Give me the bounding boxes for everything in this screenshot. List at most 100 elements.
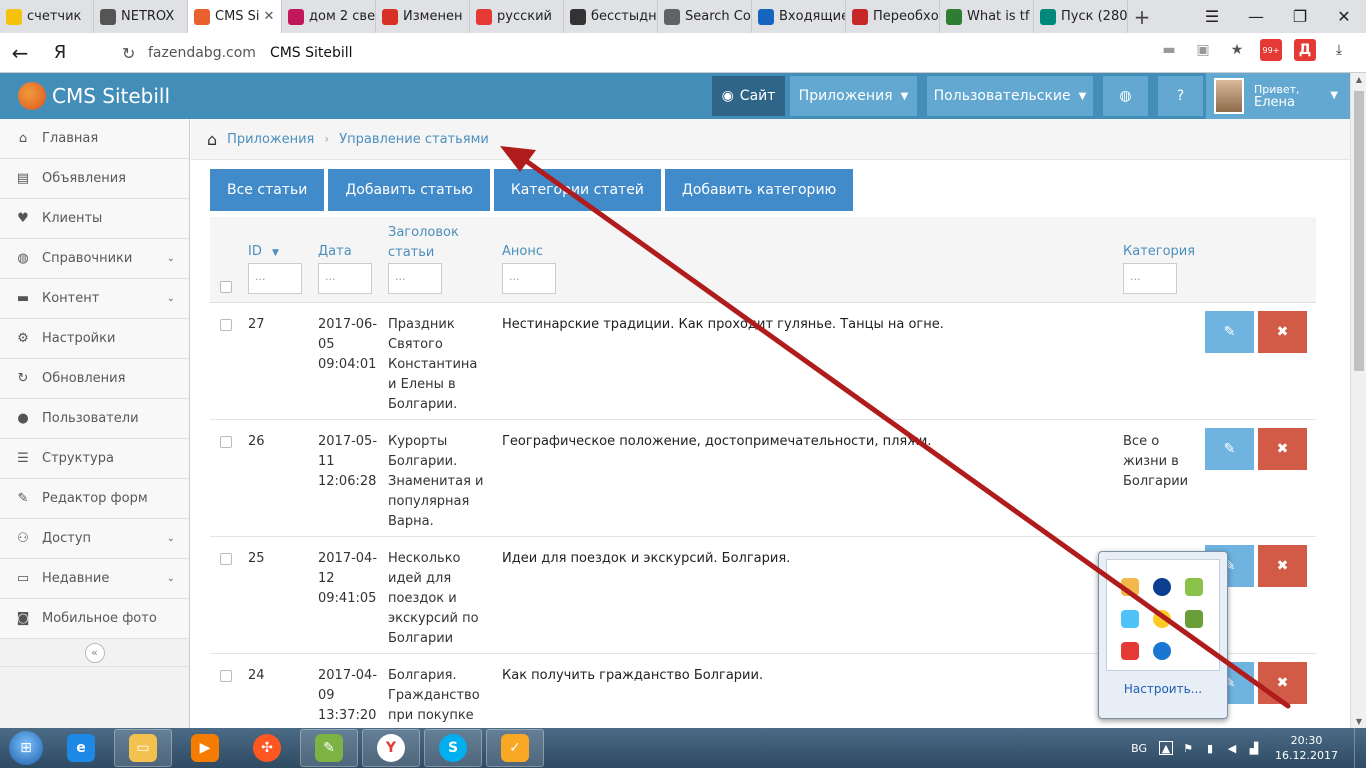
globe-button[interactable]: ◍ bbox=[1103, 76, 1148, 116]
star-icon[interactable]: ★ bbox=[1226, 39, 1248, 61]
row-checkbox[interactable] bbox=[220, 319, 232, 331]
sidebar-item-0[interactable]: ⌂ Главная bbox=[0, 119, 189, 159]
help-button[interactable]: ? bbox=[1158, 76, 1203, 116]
flag-icon[interactable]: ⚑ bbox=[1181, 741, 1195, 755]
language-indicator[interactable]: BG bbox=[1131, 742, 1147, 755]
delete-button[interactable]: ✖ bbox=[1258, 662, 1307, 704]
apps-dropdown-button[interactable]: Приложения ▼ bbox=[790, 76, 917, 116]
lock-icon[interactable]: ▣ bbox=[1192, 39, 1214, 61]
yandex-notifications-icon[interactable]: 99+ bbox=[1260, 39, 1282, 61]
brand[interactable]: CMS Sitebill bbox=[0, 82, 170, 110]
filter-category-input[interactable]: ... bbox=[1123, 263, 1177, 294]
delete-button[interactable]: ✖ bbox=[1258, 311, 1307, 353]
tray-customize-link[interactable]: Настроить... bbox=[1099, 682, 1227, 696]
tab-article-categories[interactable]: Категории статей bbox=[493, 169, 661, 211]
column-anons[interactable]: Анонс bbox=[502, 244, 543, 259]
flower-app-icon[interactable] bbox=[1153, 610, 1171, 628]
browser-tab-5[interactable]: русский bbox=[470, 0, 564, 33]
sidebar-item-4[interactable]: ▬ Контент ⌄ bbox=[0, 279, 189, 319]
browser-tab-6[interactable]: бесстыдн bbox=[564, 0, 658, 33]
sidebar-item-8[interactable]: ☰ Структура bbox=[0, 439, 189, 479]
browser-tab-0[interactable]: счетчик bbox=[0, 0, 94, 33]
color-grid-icon[interactable] bbox=[1121, 642, 1139, 660]
new-tab-icon[interactable]: + bbox=[1128, 5, 1156, 29]
media-player-taskbar-button[interactable]: ▶ bbox=[176, 729, 234, 767]
row-checkbox[interactable] bbox=[220, 436, 232, 448]
bluetooth-icon[interactable] bbox=[1153, 578, 1171, 596]
show-hidden-icons-icon[interactable]: ▲ bbox=[1159, 741, 1174, 755]
start-button[interactable]: ⊞ bbox=[0, 728, 52, 768]
minimize-icon[interactable]: — bbox=[1234, 0, 1278, 33]
breadcrumb-apps[interactable]: Приложения bbox=[227, 132, 314, 147]
tab-add-category[interactable]: Добавить категорию bbox=[664, 169, 854, 211]
scroll-thumb[interactable] bbox=[1354, 91, 1364, 371]
yandex-logo-icon[interactable]: Я bbox=[40, 42, 80, 63]
double-chevron-left-icon[interactable]: « bbox=[84, 642, 105, 663]
sidebar-item-7[interactable]: ● Пользователи bbox=[0, 399, 189, 439]
edit-button[interactable]: ✎ bbox=[1205, 311, 1254, 353]
tab-close-icon[interactable]: ✕ bbox=[264, 9, 275, 24]
uploader-icon[interactable] bbox=[1121, 610, 1139, 628]
sidebar-item-10[interactable]: ⚇ Доступ ⌄ bbox=[0, 519, 189, 559]
ie-taskbar-button[interactable]: e bbox=[52, 729, 110, 767]
browser-tab-3[interactable]: дом 2 све bbox=[282, 0, 376, 33]
sidebar-item-11[interactable]: ▭ Недавние ⌄ bbox=[0, 559, 189, 599]
download-icon[interactable]: ⤓ bbox=[1328, 39, 1350, 61]
browser-tab-1[interactable]: NETROX bbox=[94, 0, 188, 33]
clock[interactable]: 20:30 16.12.2017 bbox=[1275, 733, 1338, 763]
filter-id-input[interactable]: ... bbox=[248, 263, 302, 294]
select-all-checkbox[interactable] bbox=[220, 281, 232, 293]
at-sign-icon[interactable] bbox=[1153, 642, 1171, 660]
site-button[interactable]: ◉ Сайт bbox=[712, 76, 785, 116]
row-checkbox[interactable] bbox=[220, 670, 232, 682]
sidebar-item-2[interactable]: ♥ Клиенты bbox=[0, 199, 189, 239]
sidebar-item-5[interactable]: ⚙ Настройки bbox=[0, 319, 189, 359]
column-date[interactable]: Дата bbox=[318, 244, 352, 259]
tab-all-articles[interactable]: Все статьи bbox=[210, 169, 325, 211]
user-menu[interactable]: Привет, Елена ▼ bbox=[1206, 73, 1350, 119]
url-field[interactable]: ↻ fazendabg.com CMS Sitebill bbox=[122, 38, 1252, 68]
skype-taskbar-button[interactable]: S bbox=[424, 729, 482, 767]
d-extension-icon[interactable]: Д bbox=[1294, 39, 1316, 61]
column-title[interactable]: Заголовок статьи bbox=[388, 223, 459, 263]
column-category[interactable]: Категория bbox=[1123, 244, 1195, 259]
delete-button[interactable]: ✖ bbox=[1258, 428, 1307, 470]
volume-icon[interactable]: ◀ bbox=[1225, 741, 1239, 755]
row-checkbox[interactable] bbox=[220, 553, 232, 565]
comment-icon[interactable]: ▬ bbox=[1158, 39, 1180, 61]
sidebar-item-9[interactable]: ✎ Редактор форм bbox=[0, 479, 189, 519]
sidebar-item-12[interactable]: ◙ Мобильное фото bbox=[0, 599, 189, 639]
delete-button[interactable]: ✖ bbox=[1258, 545, 1307, 587]
filter-date-input[interactable]: ... bbox=[318, 263, 372, 294]
browser-menu-icon[interactable]: ☰ bbox=[1190, 0, 1234, 33]
browser-tab-2[interactable]: CMS Si ✕ bbox=[188, 0, 282, 33]
notepad-taskbar-button[interactable]: ✎ bbox=[300, 729, 358, 767]
sidebar-item-6[interactable]: ↻ Обновления bbox=[0, 359, 189, 399]
browser-tab-4[interactable]: Изменен bbox=[376, 0, 470, 33]
breadcrumb-articles[interactable]: Управление статьями bbox=[339, 132, 489, 147]
sidebar-item-3[interactable]: ◍ Справочники ⌄ bbox=[0, 239, 189, 279]
column-id[interactable]: ID ▼ bbox=[248, 244, 279, 259]
browser-tab-10[interactable]: What is tf bbox=[940, 0, 1034, 33]
reload-icon[interactable]: ↻ bbox=[122, 44, 148, 63]
scroll-up-icon[interactable]: ▲ bbox=[1351, 75, 1366, 84]
back-arrow-icon[interactable]: ← bbox=[0, 41, 40, 65]
browser-tab-11[interactable]: Пуск (280 bbox=[1034, 0, 1128, 33]
custom-dropdown-button[interactable]: Пользовательские ▼ bbox=[927, 76, 1093, 116]
tab-add-article[interactable]: Добавить статью bbox=[328, 169, 490, 211]
filter-anons-input[interactable]: ... bbox=[502, 263, 556, 294]
close-window-icon[interactable]: ✕ bbox=[1322, 0, 1366, 33]
checkmark-app-taskbar-button[interactable]: ✓ bbox=[486, 729, 544, 767]
sidebar-item-1[interactable]: ▤ Объявления bbox=[0, 159, 189, 199]
page-scrollbar[interactable]: ▲ ▼ bbox=[1350, 73, 1366, 728]
filter-title-input[interactable]: ... bbox=[388, 263, 442, 294]
explorer-taskbar-button[interactable]: ▭ bbox=[114, 729, 172, 767]
browser-tab-9[interactable]: Переобхо bbox=[846, 0, 940, 33]
browser-tab-7[interactable]: Search Co bbox=[658, 0, 752, 33]
cheese-app-icon[interactable] bbox=[1121, 578, 1139, 596]
browser-tab-8[interactable]: Входящие bbox=[752, 0, 846, 33]
hummingbird-icon[interactable] bbox=[1185, 610, 1203, 628]
maximize-icon[interactable]: ❐ bbox=[1278, 0, 1322, 33]
network-icon[interactable]: ▟ bbox=[1247, 741, 1261, 755]
edit-button[interactable]: ✎ bbox=[1205, 428, 1254, 470]
